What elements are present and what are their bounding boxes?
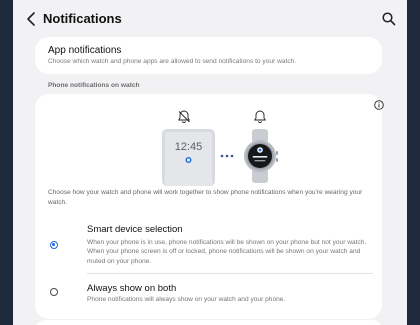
page-title: Notifications bbox=[43, 11, 122, 26]
watch-graphic bbox=[244, 129, 278, 183]
phone-watch-illustration: 12:45 bbox=[162, 110, 278, 186]
notifications-screen: Notifications App notifications Choose w… bbox=[13, 0, 407, 325]
radio-always-show-on-both[interactable] bbox=[50, 288, 58, 296]
app-notifications-subtitle: Choose which watch and phone apps are al… bbox=[48, 58, 297, 65]
phone-graphic: 12:45 bbox=[162, 129, 215, 186]
app-notifications-title: App notifications bbox=[48, 45, 122, 56]
phone-notifications-card: 12:45 Choose how your watch and phone wi… bbox=[35, 94, 384, 319]
app-bar: Notifications bbox=[13, 0, 407, 38]
back-arrow-icon[interactable] bbox=[23, 10, 39, 28]
search-icon[interactable] bbox=[381, 11, 397, 27]
next-card-peek bbox=[35, 320, 382, 325]
info-icon[interactable] bbox=[374, 100, 384, 110]
mode-description: Choose how your watch and phone will wor… bbox=[48, 189, 363, 206]
option-title: Always show on both bbox=[87, 283, 177, 294]
option-subtitle: When your phone is in use, phone notific… bbox=[87, 239, 367, 265]
device-frame-left bbox=[0, 0, 13, 325]
app-notifications-card[interactable]: App notifications Choose which watch and… bbox=[35, 37, 382, 74]
bell-off-icon bbox=[178, 110, 190, 124]
option-divider bbox=[87, 273, 373, 274]
connection-dots bbox=[220, 154, 234, 158]
radio-smart-device-selection[interactable] bbox=[50, 241, 58, 249]
phone-clock: 12:45 bbox=[175, 141, 203, 153]
bell-icon bbox=[254, 110, 266, 124]
option-subtitle: Phone notifications will always show on … bbox=[87, 296, 286, 303]
device-frame-right bbox=[407, 0, 420, 325]
option-title: Smart device selection bbox=[87, 224, 183, 235]
section-label: Phone notifications on watch bbox=[48, 82, 140, 89]
